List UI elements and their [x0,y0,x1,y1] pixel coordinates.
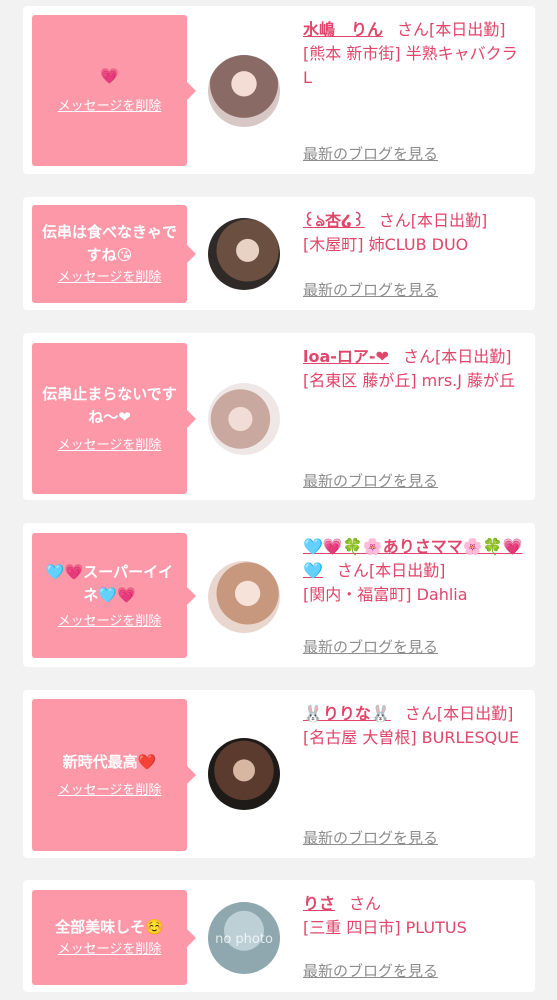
san-label: さん [336,561,369,580]
blog-link[interactable]: 最新のブログを見る [303,470,438,491]
message-text: 新時代最高❤️ [62,752,157,771]
cast-card: 全部美味しそ☺️ メッセージを削除 no photo りさ さん [三重 四日市]… [23,880,535,992]
delete-message-link[interactable]: メッセージを削除 [58,941,162,959]
cast-info: 🩵💗🍀🌸ありさママ🌸🍀💗🩵 さん[本日出勤] [関内・福富町] Dahlia [303,535,528,607]
san-label: さん [404,704,437,723]
cast-info: 🐰りりな🐰 さん[本日出勤] [名古屋 大曽根] BURLESQUE [303,702,528,750]
blog-link[interactable]: 最新のブログを見る [303,279,438,300]
message-text: 伝串は食べなきゃですね😘 [41,223,177,264]
delete-message-link[interactable]: メッセージを削除 [58,437,162,455]
no-photo-text: no photo [215,932,273,947]
shop-text: [熊本 新市街] 半熟キャバクラ L [303,44,518,87]
blog-link[interactable]: 最新のブログを見る [303,960,438,981]
cast-info: りさ さん [三重 四日市] PLUTUS [303,892,528,940]
cast-card: 伝串は食べなきゃですね😘 メッセージを削除 ꒰ঌ杏໒꒱ さん[本日出勤] [木屋町… [23,197,535,310]
shop-text: [名東区 藤が丘] mrs.J 藤が丘 [303,371,516,390]
cast-info: loa-ロア-❤ さん[本日出勤] [名東区 藤が丘] mrs.J 藤が丘 [303,345,528,393]
san-label: さん [378,211,411,230]
status-text: [本日出勤] [410,211,488,230]
cast-info: 水嶋 りん さん[本日出勤] [熊本 新市街] 半熟キャバクラ L [303,18,528,90]
cast-name-link[interactable]: ꒰ঌ杏໒꒱ [303,211,365,230]
avatar[interactable] [208,738,280,810]
delete-message-link[interactable]: メッセージを削除 [58,613,162,631]
cast-card: 💗 メッセージを削除 水嶋 りん さん[本日出勤] [熊本 新市街] 半熟キャバク… [23,6,535,174]
avatar[interactable] [208,218,280,290]
san-label: さん [349,894,382,913]
cast-card: 🩵💗スーパーイイネ🩵💗 メッセージを削除 🩵💗🍀🌸ありさママ🌸🍀💗🩵 さん[本日出… [23,523,535,667]
shop-text: [名古屋 大曽根] BURLESQUE [303,728,520,747]
message-text: 💗 [100,67,119,85]
cast-name-link[interactable]: りさ [303,894,335,913]
message-bubble: 新時代最高❤️ メッセージを削除 [32,699,196,851]
cast-name-link[interactable]: 水嶋 りん [303,20,383,39]
message-text: 伝串止まらないですね〜❤ [42,384,177,426]
status-text: [本日出勤] [368,561,446,580]
shop-text: [三重 四日市] PLUTUS [303,918,467,937]
avatar[interactable]: no photo [208,902,280,974]
message-bubble: 💗 メッセージを削除 [32,15,196,166]
cast-info: ꒰ঌ杏໒꒱ さん[本日出勤] [木屋町] 姉CLUB DUO [303,209,528,257]
blog-link[interactable]: 最新のブログを見る [303,827,438,848]
status-text: [本日出勤] [429,20,506,39]
san-label: さん [397,20,430,39]
message-bubble: 伝串は食べなきゃですね😘 メッセージを削除 [32,205,196,303]
delete-message-link[interactable]: メッセージを削除 [58,782,162,800]
cast-name-link[interactable]: loa-ロア-❤ [303,347,389,366]
avatar[interactable] [208,55,280,127]
delete-message-link[interactable]: メッセージを削除 [58,269,162,287]
message-text: 🩵💗スーパーイイネ🩵💗 [45,562,174,604]
cast-name-link[interactable]: 🐰りりな🐰 [303,704,391,723]
status-text: [本日出勤] [436,704,514,723]
shop-text: [木屋町] 姉CLUB DUO [303,235,469,254]
san-label: さん [402,347,435,366]
delete-message-link[interactable]: メッセージを削除 [58,98,162,116]
shop-text: [関内・福富町] Dahlia [303,585,468,604]
cast-card: 新時代最高❤️ メッセージを削除 🐰りりな🐰 さん[本日出勤] [名古屋 大曽根]… [23,690,535,858]
message-bubble: 全部美味しそ☺️ メッセージを削除 [32,890,196,985]
message-text: 全部美味しそ☺️ [55,918,164,936]
message-bubble: 🩵💗スーパーイイネ🩵💗 メッセージを削除 [32,533,196,658]
blog-link[interactable]: 最新のブログを見る [303,636,438,657]
avatar[interactable] [208,561,280,633]
blog-link[interactable]: 最新のブログを見る [303,143,438,164]
cast-card: 伝串止まらないですね〜❤ メッセージを削除 loa-ロア-❤ さん[本日出勤] [… [23,333,535,500]
avatar[interactable] [208,383,280,455]
status-text: [本日出勤] [434,347,512,366]
message-bubble: 伝串止まらないですね〜❤ メッセージを削除 [32,343,196,494]
